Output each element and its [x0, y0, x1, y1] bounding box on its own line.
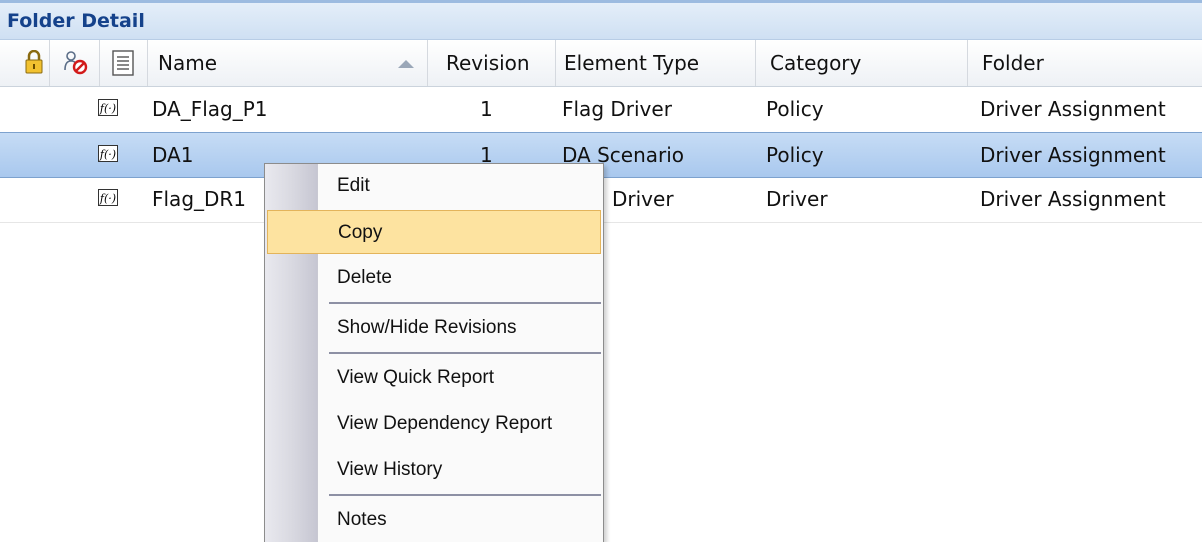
menu-item-delete[interactable]: Delete: [267, 256, 601, 300]
table-row[interactable]: f(·) DA_Flag_P1 1 Flag Driver Policy Dri…: [0, 87, 1202, 133]
cell-revision: 1: [480, 97, 493, 121]
column-lock[interactable]: [0, 40, 50, 86]
column-header-name[interactable]: Name: [148, 40, 428, 86]
cell-name: DA1: [152, 143, 194, 167]
function-icon: f(·): [98, 189, 118, 206]
column-header-element-type[interactable]: Element Type: [556, 40, 756, 86]
cell-category: Policy: [766, 97, 824, 121]
cell-element-type: Flag Driver: [562, 97, 672, 121]
cell-folder: Driver Assignment: [980, 143, 1166, 167]
menu-item-notes[interactable]: Notes: [267, 498, 601, 542]
column-header-revision[interactable]: Revision: [428, 40, 556, 86]
lock-icon: [25, 50, 43, 74]
menu-separator: [329, 302, 601, 304]
column-name-label: Name: [158, 51, 218, 75]
cell-category: Driver: [766, 187, 828, 211]
column-folder-label: Folder: [982, 51, 1044, 75]
column-revision-label: Revision: [446, 51, 530, 75]
column-notes[interactable]: [100, 40, 148, 86]
column-status[interactable]: [50, 40, 100, 86]
menu-item-view-quick-report[interactable]: View Quick Report: [267, 356, 601, 400]
panel-title: Folder Detail: [7, 10, 145, 32]
function-icon: f(·): [98, 145, 118, 162]
sort-ascending-icon: [398, 60, 414, 68]
menu-separator: [329, 352, 601, 354]
column-header-category[interactable]: Category: [756, 40, 968, 86]
cell-folder: Driver Assignment: [980, 187, 1166, 211]
menu-item-edit[interactable]: Edit: [267, 164, 601, 208]
menu-item-view-dependency-report[interactable]: View Dependency Report: [267, 402, 601, 446]
cell-category: Policy: [766, 143, 824, 167]
grid-header: Name Revision Element Type Category Fold…: [0, 40, 1202, 87]
cell-element-type: Driver: [612, 187, 674, 211]
menu-item-view-history[interactable]: View History: [267, 448, 601, 492]
function-icon: f(·): [98, 99, 118, 116]
menu-item-show-hide-revisions[interactable]: Show/Hide Revisions: [267, 306, 601, 350]
document-icon: [112, 50, 134, 76]
column-category-label: Category: [770, 51, 862, 75]
cell-name: DA_Flag_P1: [152, 97, 268, 121]
cell-name: Flag_DR1: [152, 187, 247, 211]
menu-item-copy[interactable]: Copy: [267, 210, 601, 254]
column-element-type-label: Element Type: [564, 51, 700, 75]
cell-folder: Driver Assignment: [980, 97, 1166, 121]
column-header-folder[interactable]: Folder: [968, 40, 1202, 86]
menu-separator: [329, 494, 601, 496]
user-blocked-icon: [64, 51, 88, 75]
panel-title-bar: Folder Detail: [0, 0, 1202, 40]
context-menu: Edit Copy Delete Show/Hide Revisions Vie…: [264, 163, 604, 542]
